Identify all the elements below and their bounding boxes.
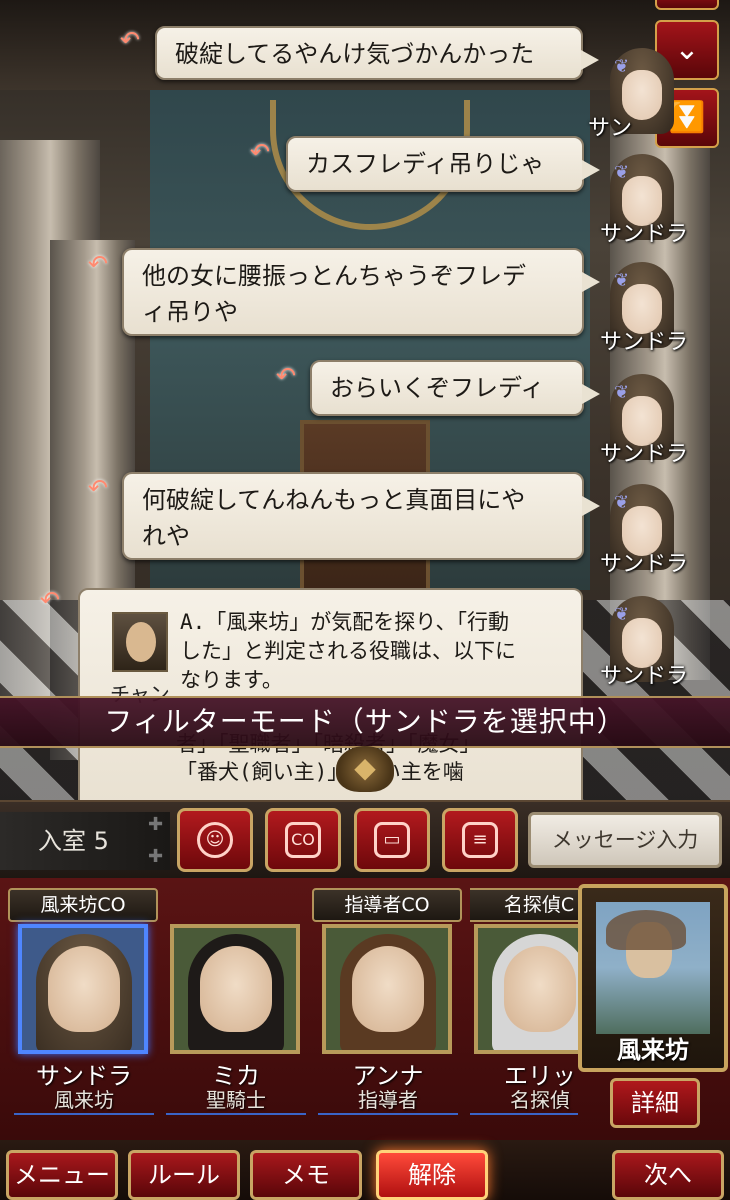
chat-bubble: おらいくぞフレディ <box>310 360 600 416</box>
ribbon-icon: ❦ <box>614 604 630 625</box>
system-message-text: A.「風来坊」が気配を探り、「行動 した」と判定される役職は、以下に なります。 <box>180 608 575 695</box>
message-text: カスフレディ吊りじゃ <box>306 150 545 178</box>
system-line: A.「風来坊」が気配を探り、「行動 <box>180 610 509 634</box>
message-text-line: 他の女に腰振っとんちゃうぞフレデ <box>142 262 526 290</box>
portrait-face <box>48 946 120 1032</box>
speaker-name: サン <box>588 116 633 141</box>
speaker-name: サンドラ <box>599 330 688 355</box>
player-role: 指導者 <box>318 1084 458 1115</box>
speaker-avatar[interactable]: ❦ サンドラ <box>600 596 688 692</box>
speaker-name: サンドラ <box>599 222 688 247</box>
co-tag: 名探偵C <box>470 888 578 922</box>
message-text-line: 何破綻してんねんもっと真面目にや <box>142 486 526 514</box>
player-role: 聖騎士 <box>166 1084 306 1115</box>
portrait-face <box>504 946 576 1032</box>
co-tag: 指導者CO <box>312 888 462 922</box>
chat-bubble: 他の女に腰振っとんちゃうぞフレデ ィ吊りや <box>122 248 600 336</box>
memo-label: メモ <box>282 1161 330 1189</box>
portrait-face <box>200 946 272 1032</box>
ribbon-icon: ❦ <box>614 382 630 403</box>
co-tag: 風来坊CO <box>8 888 158 922</box>
speaker-name: サンドラ <box>599 664 688 689</box>
ribbon-icon: ❦ <box>614 492 630 513</box>
player-role: 風来坊 <box>14 1084 154 1115</box>
detail-label: 詳細 <box>631 1089 679 1117</box>
message-text: おらいくぞフレディ <box>330 374 545 402</box>
release-label: 解除 <box>408 1161 456 1189</box>
player-role: 名探偵 <box>470 1084 578 1115</box>
player-portrait <box>322 924 452 1054</box>
memo-button[interactable]: メモ <box>250 1150 362 1200</box>
ribbon-icon: ❦ <box>614 270 630 291</box>
message-text-line: れや <box>142 522 190 550</box>
rules-button[interactable]: ルール <box>128 1150 240 1200</box>
player-portrait <box>18 924 148 1054</box>
player-card-sandra[interactable]: 風来坊CO サンドラ 風来坊 <box>8 884 158 1124</box>
filter-mode-banner[interactable]: フィルターモード（サンドラを選択中） <box>0 696 730 748</box>
ribbon-icon: ❦ <box>614 162 630 183</box>
player-portrait <box>170 924 300 1054</box>
reply-arrow-icon[interactable]: ↶ <box>276 364 304 388</box>
speaker-avatar[interactable]: ❦ サン <box>588 48 680 144</box>
speaker-name: サンドラ <box>599 442 688 467</box>
chat-button[interactable]: ▭ <box>354 808 430 872</box>
detail-button[interactable]: 詳細 <box>610 1078 700 1128</box>
speech-bubble-icon: ▭ <box>374 822 410 858</box>
next-label: 次へ <box>644 1161 692 1189</box>
chat-bubble: 何破綻してんねんもっと真面目にや れや <box>122 472 600 560</box>
player-card-mika[interactable]: ミカ 聖騎士 <box>166 884 306 1124</box>
reply-arrow-icon[interactable]: ↶ <box>250 140 278 164</box>
menu-label: メニュー <box>14 1161 110 1189</box>
reply-arrow-icon[interactable]: ↶ <box>88 476 116 500</box>
reply-arrow-icon[interactable]: ↶ <box>88 252 116 276</box>
speaker-name: サンドラ <box>599 552 688 577</box>
emote-button[interactable]: ☺ <box>177 808 253 872</box>
room-count-label: 入室 5 <box>38 827 109 855</box>
role-card[interactable]: 風来坊 <box>578 884 728 1072</box>
chat-bubble: カスフレディ吊りじゃ <box>286 136 600 192</box>
system-line: した」と判定される役職は、以下に <box>180 639 516 663</box>
speaker-avatar[interactable]: ❦ サンドラ <box>600 262 688 358</box>
menu-button[interactable]: メニュー <box>6 1150 118 1200</box>
chat-bubble: 破綻してるやんけ気づかんかった <box>155 26 599 80</box>
co-button[interactable]: CO <box>265 808 341 872</box>
speaker-avatar[interactable]: ❦ サンドラ <box>600 484 688 580</box>
role-card-art <box>596 902 710 1034</box>
player-portrait <box>474 924 578 1054</box>
player-card-eric[interactable]: 名探偵C エリッ 名探偵 <box>470 884 578 1124</box>
message-text: 破綻してるやんけ気づかんかった <box>175 40 535 68</box>
co-label: CO <box>285 822 321 858</box>
player-card-anna[interactable]: 指導者CO アンナ 指導者 <box>312 884 462 1124</box>
ribbon-icon: ❦ <box>614 56 630 77</box>
scroll-top-button[interactable] <box>655 0 719 10</box>
system-sender-portrait <box>112 612 168 672</box>
speaker-avatar[interactable]: ❦ サンドラ <box>600 374 688 470</box>
filter-mode-text: フィルターモード（サンドラを選択中） <box>104 705 626 738</box>
message-plus-icon: ≡ <box>462 822 498 858</box>
system-line: なります。 <box>180 668 283 692</box>
message-text-line: ィ吊りや <box>142 298 238 326</box>
next-button[interactable]: 次へ <box>612 1150 724 1200</box>
speaker-avatar[interactable]: ❦ サンドラ <box>600 154 688 250</box>
role-card-name: 風来坊 <box>617 1036 689 1064</box>
release-button[interactable]: 解除 <box>376 1150 488 1200</box>
add-message-button[interactable]: ≡ <box>442 808 518 872</box>
message-input-button[interactable]: メッセージ入力 <box>528 812 722 868</box>
room-count: 入室 5 ✚ ✚ <box>0 812 170 870</box>
reply-arrow-icon[interactable]: ↶ <box>120 28 148 52</box>
smiley-icon: ☺ <box>197 822 233 858</box>
rules-label: ルール <box>148 1161 220 1189</box>
reply-arrow-icon[interactable]: ↶ <box>40 588 68 612</box>
portrait-face <box>352 946 424 1032</box>
wolf-emblem-icon: ◆ <box>336 746 394 792</box>
message-input-label: メッセージ入力 <box>551 828 699 852</box>
